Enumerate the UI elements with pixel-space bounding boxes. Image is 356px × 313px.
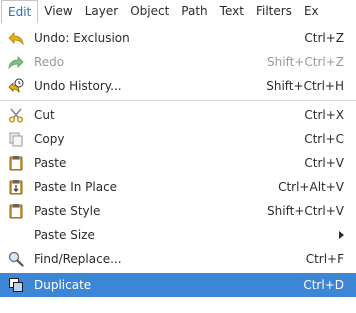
copy-icon	[8, 131, 24, 147]
menu-item-label: Copy	[34, 132, 65, 146]
menu-separator	[0, 100, 356, 101]
menu-item-redo[interactable]: Redo Shift+Ctrl+Z	[0, 50, 356, 74]
menu-path[interactable]: Path	[175, 0, 213, 23]
menu-item-label: Paste Size	[34, 228, 95, 242]
paste-style-icon	[8, 203, 24, 219]
menu-extensions[interactable]: Ex	[298, 0, 325, 23]
menu-item-shortcut: Ctrl+Z	[304, 31, 344, 45]
menu-item-shortcut: Shift+Ctrl+V	[267, 204, 344, 218]
menu-item-cut[interactable]: Cut Ctrl+X	[0, 103, 356, 127]
menu-item-duplicate[interactable]: Duplicate Ctrl+D	[0, 273, 356, 297]
menu-item-label: Duplicate	[34, 278, 92, 292]
menu-item-label: Cut	[34, 108, 55, 122]
menu-item-undo[interactable]: Undo: Exclusion Ctrl+Z	[0, 26, 356, 50]
magnifier-icon	[8, 251, 24, 267]
undo-history-icon	[8, 78, 24, 94]
menu-item-paste[interactable]: Paste Ctrl+V	[0, 151, 356, 175]
menu-item-shortcut: Shift+Ctrl+Z	[267, 55, 344, 69]
menu-text[interactable]: Text	[214, 0, 250, 23]
menu-item-shortcut: Ctrl+X	[304, 108, 344, 122]
menu-item-shortcut: Ctrl+C	[304, 132, 344, 146]
menu-item-find-replace[interactable]: Find/Replace... Ctrl+F	[0, 247, 356, 271]
menu-view[interactable]: View	[38, 0, 78, 23]
menu-item-shortcut: Ctrl+F	[305, 252, 344, 266]
paste-icon	[8, 155, 24, 171]
menu-item-paste-style[interactable]: Paste Style Shift+Ctrl+V	[0, 199, 356, 223]
menu-item-copy[interactable]: Copy Ctrl+C	[0, 127, 356, 151]
menu-item-paste-in-place[interactable]: Paste In Place Ctrl+Alt+V	[0, 175, 356, 199]
menu-item-shortcut: Shift+Ctrl+H	[266, 79, 344, 93]
undo-icon	[8, 30, 24, 46]
scissors-icon	[8, 107, 24, 123]
menu-item-label: Paste In Place	[34, 180, 118, 194]
menu-item-label: Find/Replace...	[34, 252, 122, 266]
menu-item-shortcut: Ctrl+D	[303, 278, 344, 292]
menu-item-label: Paste Style	[34, 204, 101, 218]
menu-object[interactable]: Object	[124, 0, 175, 23]
menu-layer[interactable]: Layer	[79, 0, 124, 23]
menu-item-undo-history[interactable]: Undo History... Shift+Ctrl+H	[0, 74, 356, 98]
menu-item-label: Undo: Exclusion	[34, 31, 130, 45]
menu-item-label: Redo	[34, 55, 65, 69]
menu-item-label: Undo History...	[34, 79, 122, 93]
duplicate-icon	[8, 277, 24, 293]
menu-filters[interactable]: Filters	[250, 0, 298, 23]
menu-bar: Edit View Layer Object Path Text Filters…	[0, 0, 356, 24]
menu-item-shortcut: Ctrl+V	[304, 156, 344, 170]
paste-in-place-icon	[8, 179, 24, 195]
menu-item-label: Paste	[34, 156, 67, 170]
menu-item-shortcut: Ctrl+Alt+V	[278, 180, 344, 194]
submenu-arrow-icon	[339, 231, 344, 239]
edit-dropdown-menu: Undo: Exclusion Ctrl+Z Redo Shift+Ctrl+Z…	[0, 23, 356, 313]
menu-item-paste-size[interactable]: Paste Size	[0, 223, 356, 247]
menu-edit[interactable]: Edit	[1, 0, 39, 23]
redo-icon	[8, 54, 24, 70]
